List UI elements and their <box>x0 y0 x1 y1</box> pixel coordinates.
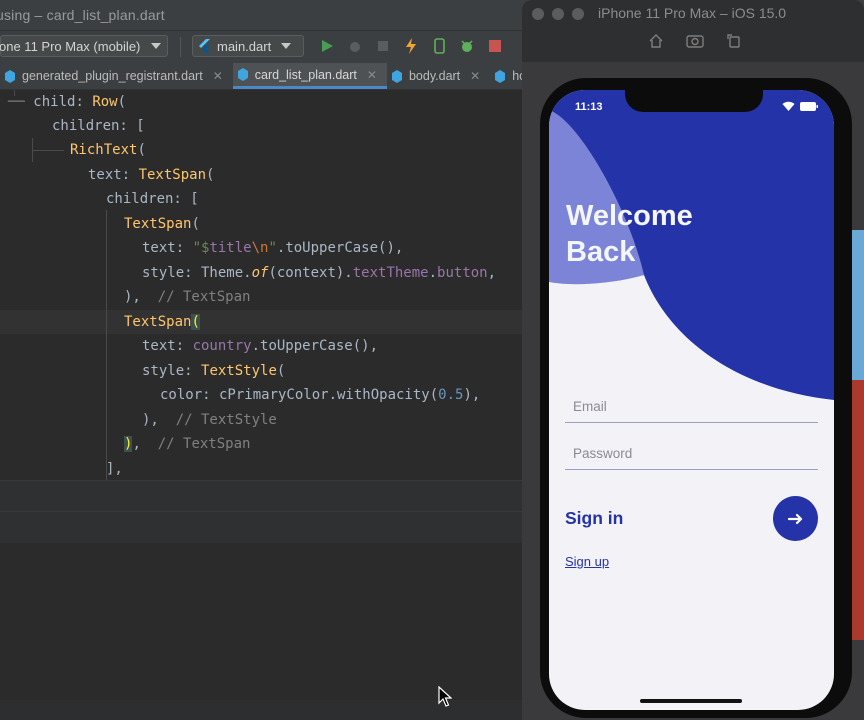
run-config-label: main.dart <box>217 38 272 54</box>
indent-guide <box>32 150 64 151</box>
password-field[interactable] <box>565 439 818 470</box>
profile-icon[interactable] <box>374 37 392 55</box>
code-line-7: text: "$title\n".toUpperCase(), <box>142 240 404 256</box>
home-indicator <box>640 699 742 703</box>
code-line-2: children: [ <box>52 118 145 134</box>
chevron-down-icon <box>281 43 292 49</box>
flutter-inspector-icon[interactable] <box>458 37 476 55</box>
tab-label: generated_plugin_registrant.dart <box>22 69 203 83</box>
tab-generated-plugin-registrant[interactable]: generated_plugin_registrant.dart ✕ <box>0 63 233 89</box>
code-line-9: ), // TextSpan <box>124 289 251 305</box>
dart-file-icon <box>5 69 15 83</box>
code-line-1: ── child: Row( <box>8 94 127 110</box>
code-line-3: RichText( <box>70 142 146 158</box>
welcome-heading-line1: Welcome <box>566 200 693 232</box>
device-manager-icon[interactable] <box>430 37 448 55</box>
device-selector[interactable]: one 11 Pro Max (mobile) <box>0 35 168 57</box>
minimize-window-button[interactable] <box>552 8 564 20</box>
signin-label: Sign in <box>565 508 624 528</box>
code-line-5: children: [ <box>106 191 199 207</box>
arrow-right-icon <box>787 513 802 524</box>
flutter-icon <box>199 39 210 53</box>
editor-folded-region <box>0 480 528 543</box>
close-window-button[interactable] <box>532 8 544 20</box>
code-line-12: style: TextStyle( <box>142 363 286 379</box>
dart-file-icon <box>495 69 506 83</box>
mouse-cursor-icon <box>438 686 452 707</box>
tab-label: card_list_plan.dart <box>254 67 357 82</box>
debug-icon[interactable] <box>346 37 364 55</box>
stop-icon[interactable] <box>486 37 504 55</box>
dart-file-icon <box>391 69 402 83</box>
code-line-11: text: country.toUpperCase(), <box>142 338 379 354</box>
code-line-8: style: Theme.of(context).textTheme.butto… <box>142 265 497 281</box>
hot-reload-icon[interactable] <box>402 37 420 55</box>
code-line-10: TextSpan( <box>124 314 200 330</box>
screenshot-icon[interactable] <box>686 33 704 49</box>
current-line-highlight <box>0 310 528 334</box>
welcome-heading: Welcome Back <box>566 198 693 270</box>
battery-icon <box>800 101 818 111</box>
simulator-title-bar: iPhone 11 Pro Max – iOS 15.0 <box>522 0 864 62</box>
email-input[interactable] <box>571 398 815 415</box>
desktop-background-accent <box>850 380 864 640</box>
code-line-4: text: TextSpan( <box>88 167 215 183</box>
tab-body[interactable]: body.dart ✕ <box>387 63 490 89</box>
device-selector-label: one 11 Pro Max (mobile) <box>0 38 141 54</box>
phone-notch <box>625 90 763 112</box>
code-line-6: TextSpan( <box>124 216 200 232</box>
code-editor[interactable]: ── child: Row( children: [ RichText( tex… <box>0 90 528 720</box>
close-icon[interactable]: ✕ <box>213 69 223 83</box>
welcome-heading-line2: Back <box>566 236 636 268</box>
password-input[interactable] <box>571 445 815 462</box>
email-field[interactable] <box>565 392 818 423</box>
close-icon[interactable]: ✕ <box>470 69 480 83</box>
signup-link[interactable]: Sign up <box>565 554 609 569</box>
status-time: 11:13 <box>575 101 603 113</box>
maximize-window-button[interactable] <box>572 8 584 20</box>
code-line-13: color: cPrimaryColor.withOpacity(0.5), <box>160 387 481 403</box>
indent-guide <box>106 210 107 480</box>
app-screen: 11:13 Welcome Back Sign in Sign up <box>549 90 834 710</box>
tab-label: body.dart <box>408 69 461 83</box>
home-icon[interactable] <box>648 33 664 49</box>
desktop-background-accent <box>852 230 864 380</box>
run-config-selector[interactable]: main.dart <box>192 35 304 57</box>
toolbar-divider <box>180 37 181 57</box>
rotate-icon[interactable] <box>726 33 742 49</box>
code-line-16: ], <box>106 461 123 477</box>
tab-card-list-plan[interactable]: card_list_plan.dart ✕ <box>232 63 387 89</box>
wifi-icon <box>782 101 795 111</box>
close-icon[interactable]: ✕ <box>367 68 377 82</box>
ide-window-title: using – card_list_plan.dart <box>0 7 165 23</box>
chevron-down-icon <box>151 43 161 49</box>
simulator-window-title: iPhone 11 Pro Max – iOS 15.0 <box>598 5 787 21</box>
signin-button[interactable] <box>773 496 818 541</box>
code-line-14: ), // TextStyle <box>142 412 277 428</box>
code-line-15: ), // TextSpan <box>124 436 251 452</box>
dart-file-icon <box>237 68 248 81</box>
run-icon[interactable] <box>318 37 336 55</box>
